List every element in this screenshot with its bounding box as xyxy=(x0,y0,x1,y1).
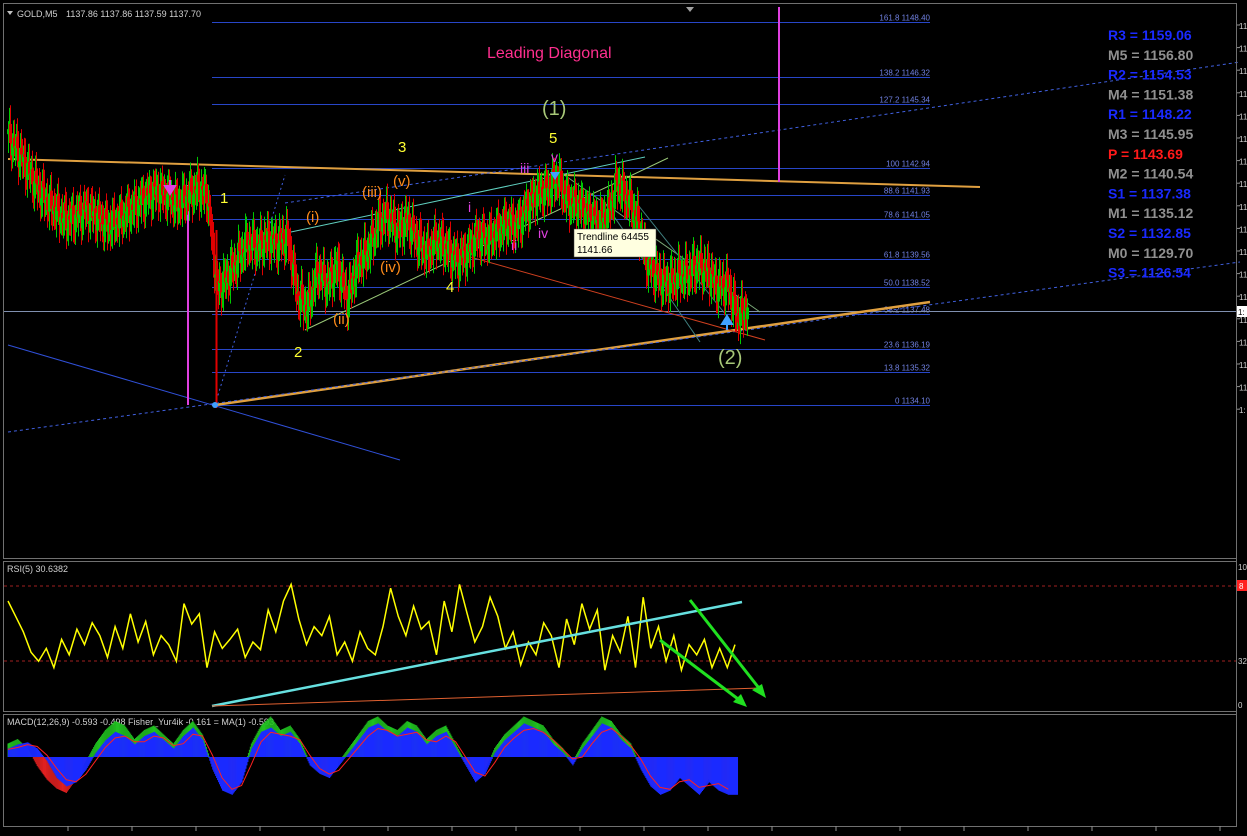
pivot-row: S2 = 1132.85 xyxy=(1108,225,1191,241)
wave-1: 1 xyxy=(220,190,228,207)
pivot-row: M3 = 1145.95 xyxy=(1108,126,1193,142)
y-tick-label: 11 xyxy=(1239,293,1247,302)
fib-label: 100 1142.94 xyxy=(886,160,930,169)
rsi-marker: 8 xyxy=(1239,582,1244,591)
wave-big-1: (1) xyxy=(542,98,566,120)
pivot-row: R3 = 1159.06 xyxy=(1108,27,1192,43)
rsi-tick-bottom: 0 xyxy=(1238,701,1243,710)
y-tick-label: 11 xyxy=(1239,135,1247,144)
wave-minor-ii: (ii) xyxy=(333,311,350,328)
wave-3: 3 xyxy=(398,139,406,156)
trendline-tooltip: Trendline 64455 1141.66 xyxy=(573,228,657,258)
y-tick-label: 11 xyxy=(1239,67,1247,76)
candle-body xyxy=(746,307,749,320)
fib-label: 88.6 1141.93 xyxy=(884,187,931,196)
fib-label: 13.8 1135.32 xyxy=(884,364,931,373)
rsi-title: RSI(5) 30.6382 xyxy=(7,564,68,574)
symbol-label: GOLD,M5 xyxy=(17,9,58,19)
pivot-row: M5 = 1156.80 xyxy=(1108,47,1193,63)
pivot-row: R2 = 1154.53 xyxy=(1108,67,1192,83)
ohlc-label: 1137.86 1137.86 1137.59 1137.70 xyxy=(66,9,201,19)
pivot-row: M0 = 1129.70 xyxy=(1108,245,1193,261)
wave-2: 2 xyxy=(294,344,302,361)
wave-minor-v: (v) xyxy=(393,173,411,190)
pivot-row: M4 = 1151.38 xyxy=(1108,86,1193,102)
y-tick-label: 11 xyxy=(1239,203,1247,212)
y-tick-label: 11 xyxy=(1239,316,1247,325)
y-tick-label: 1: xyxy=(1239,406,1246,415)
macd-title: MACD(12,26,9) -0.593 -0.498 Fisher_Yur4i… xyxy=(7,717,274,727)
leading-diagonal-title: Leading Diagonal xyxy=(487,45,612,62)
fib-label: 0 1134.10 xyxy=(895,397,931,406)
wave-minor-i: (i) xyxy=(306,209,319,226)
wave-big-2: (2) xyxy=(718,347,742,369)
y-tick-label: 11 xyxy=(1239,338,1247,347)
tooltip-title: Trendline 64455 xyxy=(577,232,649,243)
pivot-row: S1 = 1137.38 xyxy=(1108,185,1191,201)
y-tick-label: 11 xyxy=(1239,271,1247,280)
wave-minor-iv: (iv) xyxy=(380,259,401,276)
pivot-row: P = 1143.69 xyxy=(1108,146,1183,162)
chart-header: GOLD,M5 1137.86 1137.86 1137.59 1137.70 xyxy=(7,9,201,19)
fib-label: 78.6 1141.05 xyxy=(884,211,931,220)
current-price-label: 1: xyxy=(1238,308,1245,317)
pivot-row: M2 = 1140.54 xyxy=(1108,166,1193,182)
y-tick-label: 11 xyxy=(1239,361,1247,370)
terminal-window: GOLD,M5 1137.86 1137.86 1137.59 1137.70 … xyxy=(0,0,1247,831)
wave-minor-iii: (iii) xyxy=(362,184,382,201)
y-tick-label: 11 xyxy=(1239,22,1247,31)
fib-label: 50.0 1138.52 xyxy=(884,279,931,288)
fib-label: 138.2 1146.32 xyxy=(879,69,930,78)
y-tick-label: 11 xyxy=(1239,248,1247,257)
y-tick-label: 11 xyxy=(1239,225,1247,234)
pivot-row: S3 = 1126.54 xyxy=(1108,265,1191,281)
wave-minute-i: i xyxy=(468,199,471,215)
y-tick-label: 11 xyxy=(1239,180,1247,189)
y-tick-label: 11 xyxy=(1239,384,1247,393)
wave-minute-iii: iii xyxy=(520,160,529,176)
pivot-row: R1 = 1148.22 xyxy=(1108,106,1192,122)
chart-canvas[interactable]: GOLD,M5 1137.86 1137.86 1137.59 1137.70 … xyxy=(0,0,1247,831)
y-tick-label: 11 xyxy=(1239,112,1247,121)
wave-minute-ii: ii xyxy=(511,237,517,253)
fib-label: 127.2 1145.34 xyxy=(879,96,930,105)
y-tick-label: 11 xyxy=(1239,90,1247,99)
y-tick-label: 11 xyxy=(1239,158,1247,167)
rsi-tick-top: 10 xyxy=(1238,563,1247,572)
wave-5: 5 xyxy=(549,130,557,147)
pivot-dot xyxy=(212,402,218,408)
wave-4: 4 xyxy=(446,279,454,296)
rsi-tick-mid: 32 xyxy=(1238,657,1247,666)
fib-label: 23.6 1136.19 xyxy=(884,341,931,350)
fib-label: 61.8 1139.56 xyxy=(884,251,931,260)
y-tick-label: 11 xyxy=(1239,45,1247,54)
wave-minute-iv: iv xyxy=(538,225,548,241)
fib-label: 161.8 1148.40 xyxy=(879,14,930,23)
pivot-row: M1 = 1135.12 xyxy=(1108,205,1193,221)
tooltip-value: 1141.66 xyxy=(577,245,613,256)
wave-minute-v: v xyxy=(551,149,558,165)
